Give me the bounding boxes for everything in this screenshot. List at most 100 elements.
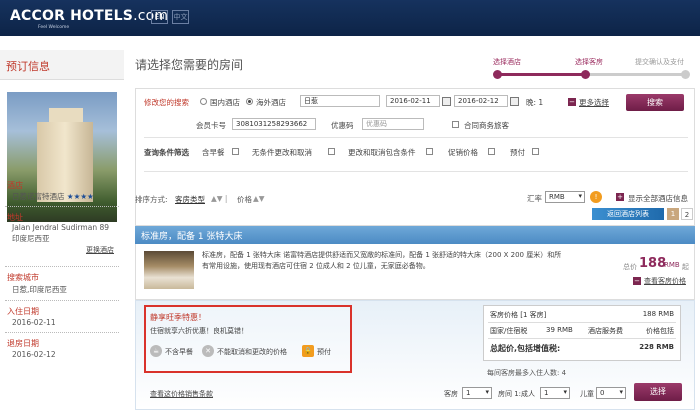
promo-highlight-box: 静享旺季特惠！ 住宿就享六折优惠！良机莫错！ ☕ 不含早餐 ✕ 不能取消和更改的…	[144, 305, 352, 373]
rooms-label: 客房	[444, 390, 458, 398]
more-options-link[interactable]: 更多选择	[579, 97, 609, 108]
checkin-input[interactable]: 2016-02-11	[386, 95, 440, 107]
collapse-icon[interactable]: −	[633, 277, 641, 285]
rate-offer: 静享旺季特惠！ 住宿就享六折优惠！良机莫错！ ☕ 不含早餐 ✕ 不能取消和更改的…	[135, 300, 695, 410]
no-cancel-icon: ✕	[202, 345, 214, 357]
room-details: 标准房，配备 1 张特大床 诺富特酒店提供舒适而又宽敞的标准间，配备 1 张舒适…	[135, 244, 695, 300]
domestic-radio[interactable]	[200, 98, 207, 105]
service-fee-label: 酒店服务费	[588, 327, 623, 335]
change-hotel-link[interactable]: 更换酒店	[86, 245, 114, 255]
divider	[5, 206, 119, 207]
sidebar-title: 预订信息	[0, 50, 124, 80]
sort-arrows-icon[interactable]: ▲▼ |	[211, 194, 227, 203]
step-confirm-pay: 提交确认及支付	[635, 58, 684, 66]
brand-tagline: Feel Welcome	[38, 25, 70, 30]
modify-search-label: 修改您的搜索	[144, 98, 189, 107]
sort-price[interactable]: 价格	[237, 194, 252, 205]
checkin-value: 2016-02-11	[12, 318, 56, 327]
filter-prepay-checkbox[interactable]	[532, 148, 539, 155]
currency-select[interactable]: RMB	[545, 191, 585, 203]
room-description: 标准房，配备 1 张特大床 诺富特酒店提供舒适而又宽敞的标准间，配备 1 张舒适…	[202, 251, 562, 270]
plus-icon[interactable]: +	[616, 193, 624, 201]
filter-label-conditional-cancel: 更改和取消包含条件	[348, 148, 416, 157]
collapse-icon[interactable]: −	[568, 98, 576, 106]
lock-icon: 🔒	[302, 345, 314, 357]
room-photo[interactable]	[144, 251, 194, 289]
step-dot	[681, 70, 690, 79]
view-rooms-link[interactable]: 查看客房价格	[644, 276, 686, 286]
lang-en-button[interactable]: EN	[151, 10, 168, 24]
select-room-button[interactable]: 选择	[634, 383, 682, 401]
lang-zh-button[interactable]: 中文	[172, 10, 189, 24]
address-line2: 印度尼西亚	[12, 234, 50, 243]
rooms-select[interactable]: 1	[462, 387, 492, 399]
sort-room-type[interactable]: 客房类型	[175, 194, 205, 205]
corporate-label: 合同商务旅客	[464, 121, 509, 130]
star-rating: ★★★★	[66, 192, 94, 201]
tax-label: 国家/住宿税	[490, 327, 528, 335]
back-to-list-button[interactable]: 返回酒店列表	[592, 208, 664, 220]
page-2-button[interactable]: 2	[681, 208, 693, 220]
filter-label-breakfast: 含早餐	[202, 148, 225, 157]
checkout-label: 退房日期	[7, 339, 39, 348]
filter-free-cancel-checkbox[interactable]	[328, 148, 335, 155]
children-select[interactable]: 0	[596, 387, 626, 399]
room-title-bar: 标准房，配备 1 张特大床	[135, 226, 695, 244]
filter-breakfast-checkbox[interactable]	[232, 148, 239, 155]
checkout-input[interactable]: 2016-02-12	[454, 95, 508, 107]
room-price-value: 188 RMB	[642, 310, 674, 318]
total-value: 228 RMB	[639, 343, 674, 351]
calendar-icon[interactable]	[510, 97, 519, 106]
filter-label-prepay: 预付	[510, 148, 525, 157]
price-breakdown: 客房价格 [1 客房] 188 RMB 国家/住宿税 39 RMB 酒店服务费 …	[483, 305, 681, 361]
sort-arrows-icon[interactable]: ▲▼	[253, 194, 265, 203]
search-panel: 修改您的搜索 国内酒店 海外酒店 日惹 2016-02-11 2016-02-1…	[135, 88, 695, 226]
overseas-radio[interactable]	[246, 98, 253, 105]
corporate-checkbox[interactable]	[452, 121, 459, 128]
address-line1: Jalan Jendral Sudirman 89	[12, 223, 110, 232]
booking-info-sidebar: 预订信息 酒店 日惹诺富特酒店 ★★★★ 地址 Jalan Jendral Su…	[0, 50, 124, 410]
step-dot	[493, 70, 502, 79]
filter-label-free-cancel: 无条件更改和取消	[252, 148, 312, 157]
brand-logo[interactable]: ACCOR HOTELS.com	[10, 8, 168, 24]
service-fee-value: 价格包括	[646, 327, 674, 335]
no-cancel-tag: 不能取消和更改的价格	[217, 348, 287, 356]
room-price: 188	[639, 256, 667, 271]
step-select-hotel: 选择酒店	[493, 58, 521, 66]
promo-label: 优惠码	[331, 121, 354, 130]
page-1-button[interactable]: 1	[667, 208, 679, 220]
tax-value: 39 RMB	[546, 326, 573, 334]
filter-label-promo: 促销价格	[448, 148, 478, 157]
info-icon[interactable]: !	[590, 191, 602, 203]
room1-adults-label: 房间 1:成人	[498, 390, 536, 398]
checkout-value: 2016-02-12	[12, 350, 56, 359]
divider	[5, 300, 119, 301]
filter-promo-checkbox[interactable]	[488, 148, 495, 155]
checkin-label: 入住日期	[7, 307, 39, 316]
show-all-info-link[interactable]: 显示全部酒店信息	[628, 193, 688, 204]
city-value: 日惹,印度尼西亚	[12, 285, 67, 294]
search-button[interactable]: 搜索	[626, 94, 684, 111]
room-currency: RMB	[664, 261, 680, 269]
terms-link[interactable]: 查看这价格销售条款	[150, 389, 213, 399]
no-breakfast-tag: 不含早餐	[165, 348, 193, 356]
adults-select[interactable]: 1	[540, 387, 570, 399]
step-select-room: 选择客房	[575, 58, 603, 66]
overseas-label: 海外酒店	[256, 98, 286, 107]
divider	[5, 332, 119, 333]
calendar-icon[interactable]	[442, 97, 451, 106]
filter-label: 查询条件筛选	[144, 148, 189, 157]
no-breakfast-icon: ☕	[150, 345, 162, 357]
member-input[interactable]: 3081031258293662	[232, 118, 316, 130]
destination-input[interactable]: 日惹	[300, 95, 380, 107]
filter-conditional-cancel-checkbox[interactable]	[426, 148, 433, 155]
hotel-label: 酒店	[7, 181, 23, 190]
divider	[5, 266, 119, 267]
page-title: 请选择您需要的房间	[135, 58, 244, 72]
promo-input[interactable]: 优惠码	[362, 118, 424, 130]
sort-label: 排序方式:	[135, 195, 168, 204]
progress-steps: 选择酒店 选择客房 提交确认及支付	[493, 53, 693, 83]
city-label: 搜索城市	[7, 273, 39, 282]
hotel-name: 日惹诺富特酒店 ★★★★	[12, 192, 94, 201]
promo-subtitle: 住宿就享六折优惠！良机莫错！	[150, 327, 248, 335]
